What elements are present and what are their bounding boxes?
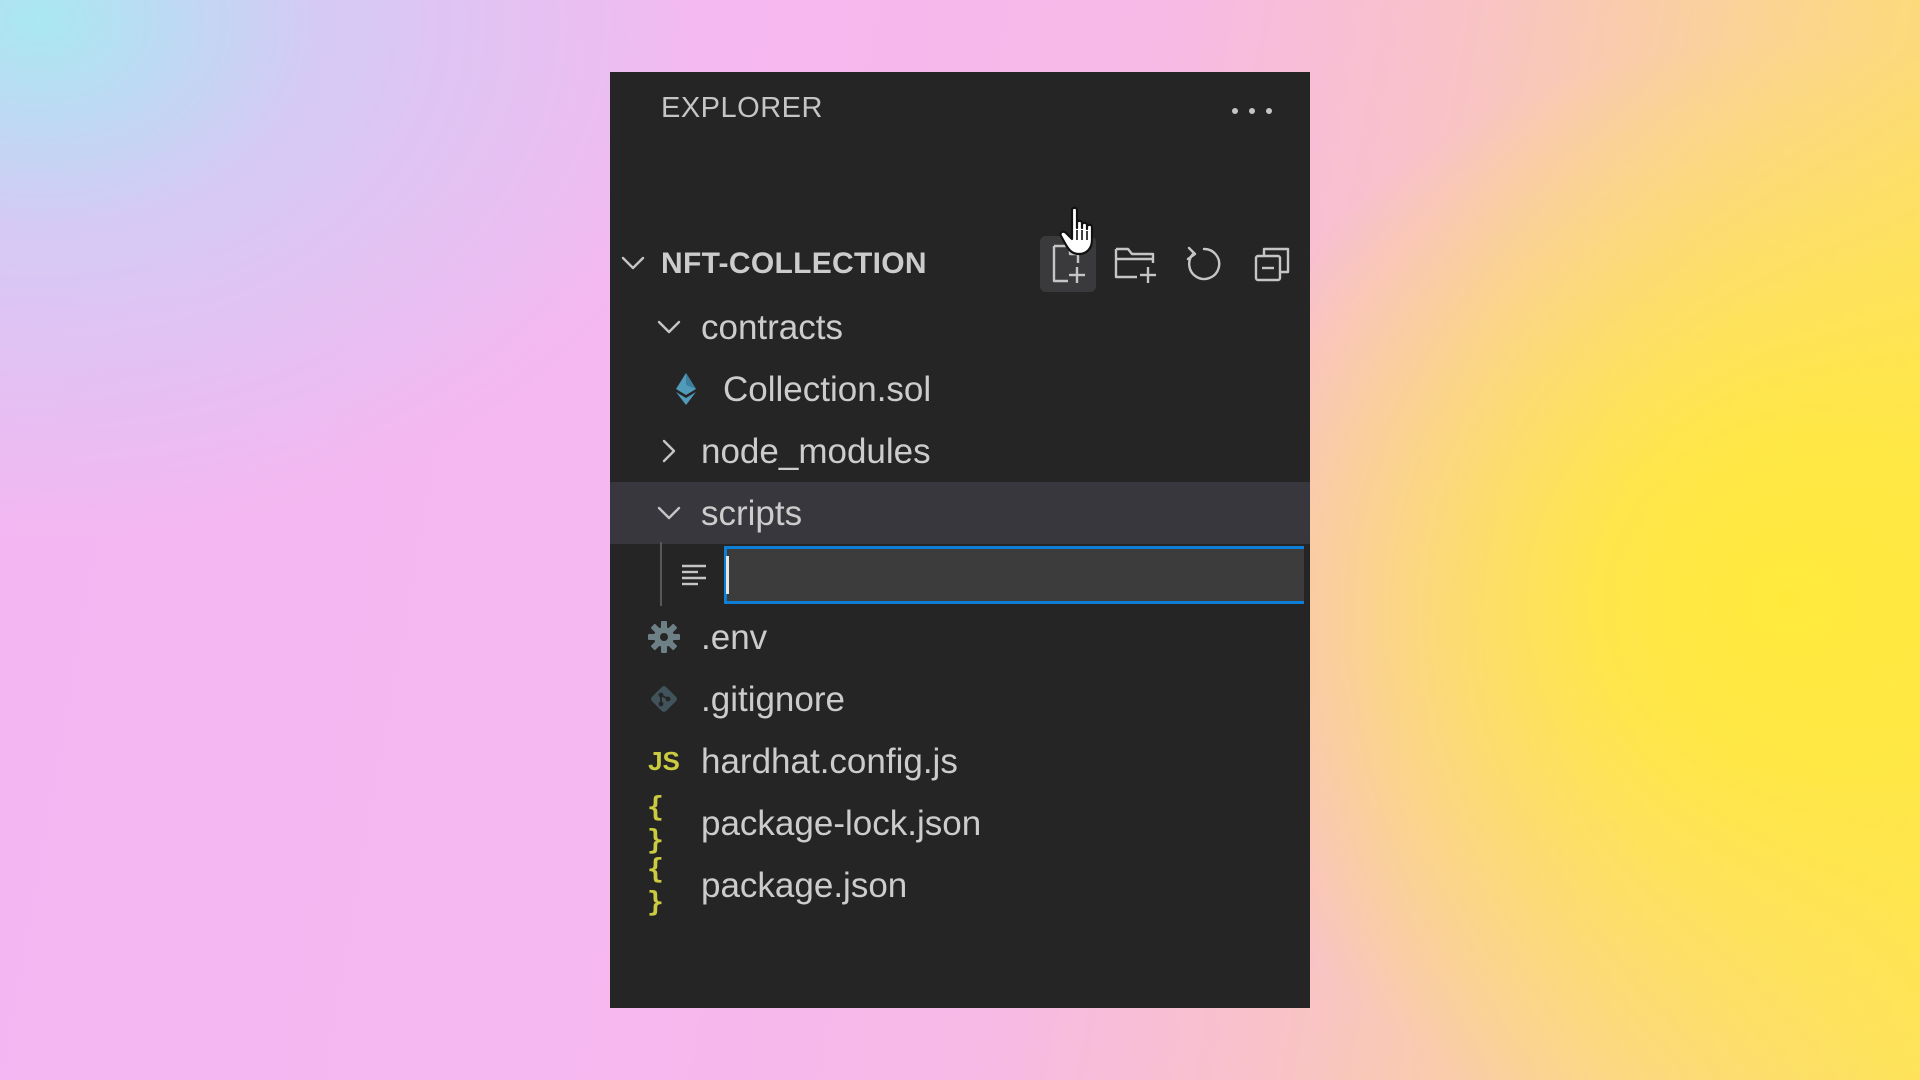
tree-file-hardhat-config[interactable]: JS hardhat.config.js	[610, 730, 1310, 792]
json-icon: { }	[647, 852, 664, 918]
text-caret	[726, 556, 729, 594]
ellipsis-icon	[1232, 108, 1238, 114]
tree-file-gitignore[interactable]: .gitignore	[610, 668, 1310, 730]
tree-folder-contracts[interactable]: contracts	[610, 296, 1310, 358]
refresh-icon	[1186, 246, 1221, 281]
gear-icon	[647, 620, 681, 654]
file-label: package-lock.json	[701, 804, 982, 843]
new-file-button[interactable]	[1040, 236, 1096, 292]
git-icon	[647, 682, 681, 716]
file-label: .gitignore	[701, 680, 845, 719]
tree-file-package-lock[interactable]: { } package-lock.json	[610, 790, 1310, 856]
indent-guide	[660, 542, 662, 606]
explorer-header: EXPLORER	[610, 72, 1310, 150]
workspace-actions	[1040, 234, 1300, 294]
folder-label: node_modules	[701, 432, 931, 471]
folder-label: scripts	[701, 494, 803, 533]
collapse-all-button[interactable]	[1244, 236, 1300, 292]
new-file-name-input[interactable]	[724, 546, 1304, 604]
workspace-section-header[interactable]: NFT-COLLECTION	[610, 230, 1310, 298]
tree-file-package-json[interactable]: { } package.json	[610, 852, 1310, 918]
more-actions-button[interactable]	[1232, 96, 1272, 126]
text-file-icon	[677, 558, 711, 592]
workspace-name: NFT-COLLECTION	[661, 247, 927, 280]
explorer-panel: EXPLORER NFT-COLLECTION contracts Collec…	[610, 72, 1310, 1008]
folder-label: contracts	[701, 308, 843, 347]
chevron-down-icon	[657, 320, 681, 334]
chevron-down-icon	[621, 256, 645, 270]
new-file-icon	[1052, 244, 1085, 283]
explorer-title: EXPLORER	[661, 92, 823, 124]
refresh-button[interactable]	[1176, 236, 1232, 292]
file-label: .env	[701, 618, 768, 657]
tree-folder-scripts[interactable]: scripts	[610, 482, 1310, 544]
tree-file-collection-sol[interactable]: Collection.sol	[610, 358, 1310, 420]
javascript-icon: JS	[648, 745, 680, 776]
chevron-down-icon	[657, 506, 681, 520]
tree-file-env[interactable]: .env	[610, 606, 1310, 668]
ethereum-icon	[669, 372, 703, 406]
collapse-all-icon	[1254, 247, 1290, 282]
new-file-row	[610, 542, 1310, 606]
file-label: Collection.sol	[723, 370, 932, 409]
new-folder-icon	[1114, 247, 1156, 283]
file-label: package.json	[701, 866, 908, 905]
chevron-right-icon	[662, 439, 676, 463]
file-label: hardhat.config.js	[701, 742, 958, 781]
new-folder-button[interactable]	[1108, 236, 1164, 292]
tree-folder-node-modules[interactable]: node_modules	[610, 420, 1310, 482]
json-icon: { }	[647, 790, 664, 856]
